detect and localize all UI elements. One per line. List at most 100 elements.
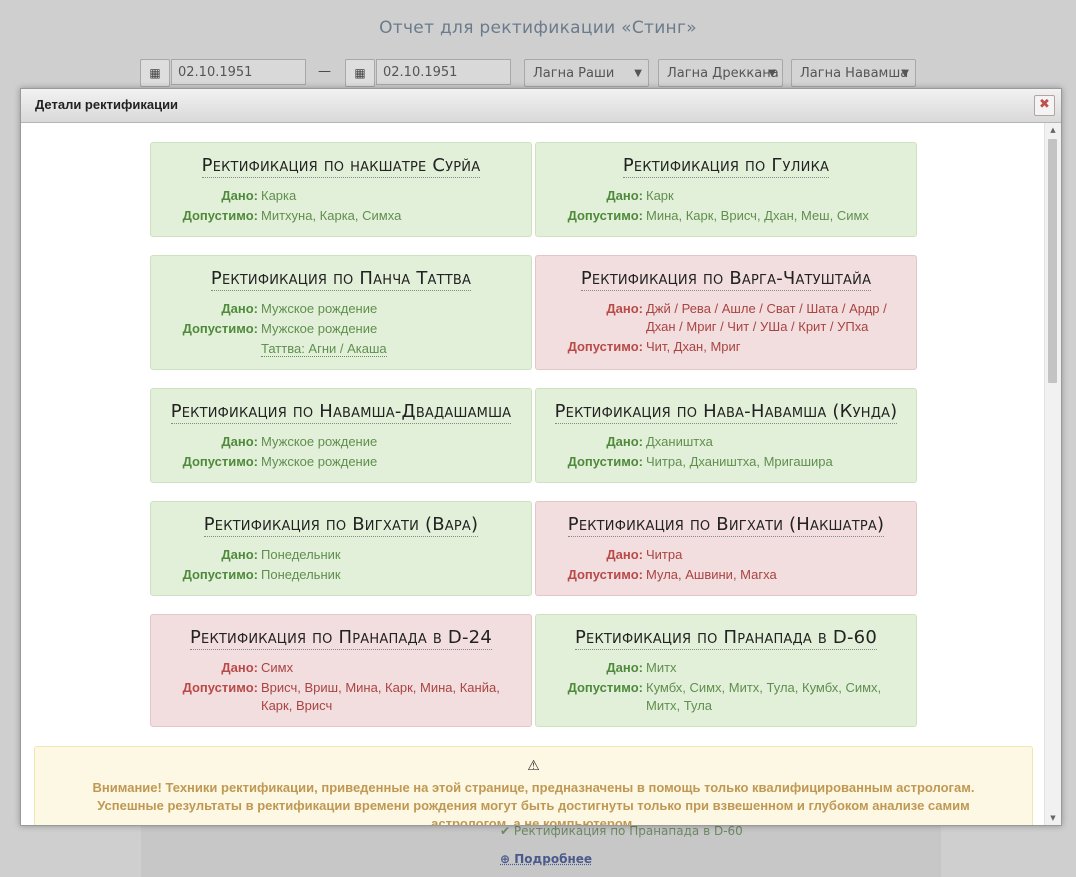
given-label: Дано: <box>221 434 258 449</box>
page-title: Отчет для ректификации «Стинг» <box>379 18 697 38</box>
allowed-label: Допустимо: <box>567 454 643 469</box>
allowed-value: Читра, Дхаништха, Мригашира <box>646 454 833 469</box>
caret-down-icon: ▼ <box>901 68 909 79</box>
more-link-label: Подробнее <box>514 852 593 866</box>
allowed-label: Допустимо: <box>567 208 643 223</box>
rectification-card: Ректификация по Пранапада в D-60 Дано: Ми… <box>535 614 917 727</box>
scroll-up-arrow-icon[interactable]: ▲ <box>1045 123 1061 137</box>
card-title: Ректификация по Пранапада в D-24 <box>190 627 492 650</box>
given-label: Дано: <box>606 301 643 316</box>
zoom-icon: ⊕ <box>500 852 511 866</box>
card-title: Ректификация по Вигхати (Вара) <box>203 514 479 537</box>
lagna-drekkana-select[interactable]: Лагна Дреккана ▼ <box>658 59 783 87</box>
given-value: Мужское рождение <box>261 434 378 449</box>
allowed-value: Мина, Карк, Врисч, Дхан, Меш, Симх <box>646 208 869 223</box>
date-from-input[interactable]: 02.10.1951 01:20:00 <box>171 59 306 106</box>
allowed-label: Допустимо: <box>182 321 258 336</box>
select-label: Лагна Дреккана <box>667 66 779 81</box>
allowed-value: Чит, Дхан, Мриг <box>646 339 741 354</box>
warning-alert: ⚠ Внимание! Техники ректификации, привед… <box>34 746 1033 825</box>
dialog-title: Детали ректификации <box>35 97 179 112</box>
calendar-icon[interactable]: ▦ <box>140 59 170 87</box>
date-separator: — <box>318 64 331 79</box>
vertical-scrollbar[interactable]: ▲ ▼ <box>1044 123 1061 825</box>
allowed-value: Мужское рождение <box>261 454 378 469</box>
caret-down-icon: ▼ <box>768 68 776 79</box>
given-value: Карка <box>261 188 297 203</box>
allowed-label: Допустимо: <box>567 339 643 354</box>
allowed-value: Мула, Ашвини, Магха <box>646 567 777 582</box>
allowed-value: Митхуна, Карка, Симха <box>261 208 402 223</box>
footer-link-label: Ректификация по Пранапада в D-60 <box>513 824 743 838</box>
allowed-label: Допустимо: <box>182 454 258 469</box>
close-icon[interactable]: ✖ <box>1034 95 1055 116</box>
rectification-card: Ректификация по Гулика Дано: Карк Допусти… <box>535 142 917 237</box>
card-title: Ректификация по Варга-Чатуштайа <box>580 268 872 291</box>
date-to-input[interactable]: 02.10.1951 01:40:00 <box>376 59 511 106</box>
card-title: Ректификация по Гулика <box>622 155 830 178</box>
scroll-down-arrow-icon[interactable]: ▼ <box>1045 811 1061 825</box>
given-value: Дхан / Мриг / Чит / УШа / Крит / УПха <box>646 319 869 334</box>
card-title: Ректификация по Нава-Навамша (Кунда) <box>554 401 898 424</box>
card-title: Ректификация по накшатре Сурйа <box>201 155 481 178</box>
card-title: Ректификация по Вигхати (Накшатра) <box>567 514 885 537</box>
allowed-label: Допустимо: <box>567 680 643 695</box>
allowed-label: Допустимо: <box>182 567 258 582</box>
given-value: Митх <box>646 660 677 675</box>
given-label: Дано: <box>221 547 258 562</box>
allowed-value: Понедельник <box>261 567 341 582</box>
given-value: Мужское рождение <box>261 301 378 316</box>
lagna-navamsha-select[interactable]: Лагна Навамша ▼ <box>791 59 916 87</box>
rectification-card: Ректификация по Вигхати (Накшатра) Дано:… <box>535 501 917 596</box>
select-label: Лагна Навамша <box>800 66 909 81</box>
allowed-value: Мужское рождение <box>261 321 378 336</box>
more-link[interactable]: ⊕ Подробнее <box>500 852 592 866</box>
given-label: Дано: <box>221 660 258 675</box>
warning-line: Внимание! Техники ректификации, приведен… <box>92 780 975 795</box>
rectification-card: Ректификация по Вигхати (Вара) Дано: Поне… <box>150 501 532 596</box>
rectification-card: Ректификация по Панча Таттва Дано: Мужско… <box>150 255 532 370</box>
warning-line: Успешные результаты в ректификации време… <box>97 798 970 813</box>
allowed-label: Допустимо: <box>182 208 258 223</box>
scroll-thumb[interactable] <box>1048 139 1057 383</box>
allowed-value: Митх, Тула <box>646 698 713 713</box>
rectification-card: Ректификация по Нава-Навамша (Кунда) Дан… <box>535 388 917 483</box>
allowed-value: Кумбх, Симх, Митх, Тула, Кумбх, Симх, <box>646 680 882 695</box>
card-title: Ректификация по Пранапада в D-60 <box>575 627 877 650</box>
given-label: Дано: <box>606 660 643 675</box>
given-value: Дхаништха <box>646 434 713 449</box>
warning-icon: ⚠ <box>527 757 540 773</box>
rectification-details-dialog: Детали ректификации ✖ Ректификация по на… <box>20 88 1062 826</box>
given-label: Дано: <box>606 188 643 203</box>
allowed-label: Допустимо: <box>567 567 643 582</box>
rectification-card: Ректификация по накшатре Сурйа Дано: Карк… <box>150 142 532 237</box>
given-value: Понедельник <box>261 547 341 562</box>
dialog-body: Ректификация по накшатре Сурйа Дано: Карк… <box>21 123 1045 825</box>
allowed-value: Врисч, Вриш, Мина, Карк, Мина, Канйа, <box>261 680 500 695</box>
given-label: Дано: <box>606 434 643 449</box>
given-label: Дано: <box>606 547 643 562</box>
rectification-card: Ректификация по Варга-Чатуштайа Дано: Джй… <box>535 255 917 370</box>
given-label: Дано: <box>221 188 258 203</box>
dialog-header: Детали ректификации ✖ <box>21 89 1061 123</box>
check-icon: ✔ <box>500 824 511 838</box>
caret-down-icon: ▼ <box>634 68 642 79</box>
given-value: Джй / Рева / Ашле / Сват / Шата / Ардр / <box>646 301 887 316</box>
rectification-card: Ректификация по Навамша-Двадашамша Дано:… <box>150 388 532 483</box>
allowed-label: Допустимо: <box>182 680 258 695</box>
select-label: Лагна Раши <box>533 66 615 81</box>
lagna-rashi-select[interactable]: Лагна Раши ▼ <box>524 59 649 87</box>
tattva-link[interactable]: Таттва: Агни / Акаша <box>261 341 387 357</box>
given-value: Карк <box>646 188 674 203</box>
given-value: Читра <box>646 547 683 562</box>
rectification-card: Ректификация по Пранапада в D-24 Дано: Си… <box>150 614 532 727</box>
footer-rectification-link[interactable]: ✔ Ректификация по Пранапада в D-60 <box>500 824 743 838</box>
calendar-icon[interactable]: ▦ <box>345 59 375 87</box>
given-label: Дано: <box>221 301 258 316</box>
given-value: Симх <box>261 660 294 675</box>
card-title: Ректификация по Навамша-Двадашамша <box>170 401 512 424</box>
warning-text: Внимание! Техники ректификации, приведен… <box>35 779 1032 825</box>
allowed-value: Карк, Врисч <box>261 698 333 713</box>
warning-line: астрологом, а не компьютером. <box>431 816 636 825</box>
card-title: Ректификация по Панча Таттва <box>210 268 472 291</box>
